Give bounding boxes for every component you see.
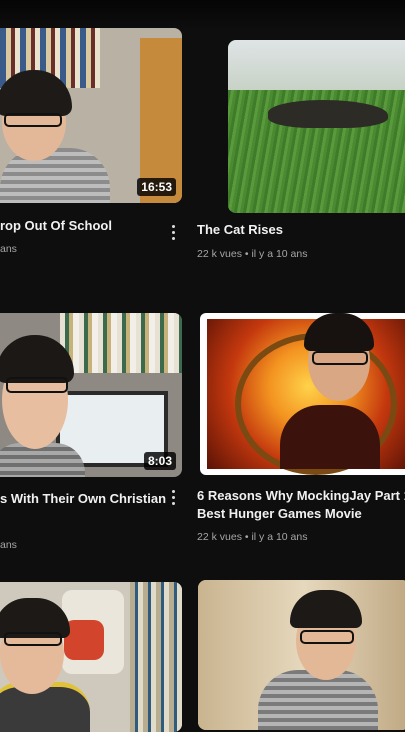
video-thumbnail-3[interactable]: 8:03 [0,313,182,477]
person-body [0,148,110,203]
video-thumbnail-4[interactable] [200,313,405,475]
video-title-3[interactable]: s With Their Own Christian [0,489,166,508]
video-thumbnail-1[interactable]: 16:53 [0,28,182,203]
video-thumbnail-6[interactable] [198,580,405,730]
sky [228,40,405,90]
glasses [300,630,354,644]
video-duration: 16:53 [137,178,176,196]
video-meta-2: 22 k vues • il y a 10 ans [197,248,308,260]
glasses [312,351,368,365]
person-body [280,405,380,469]
more-vert-icon[interactable] [171,490,177,508]
backpack-pocket [64,620,104,660]
glasses [4,113,62,127]
video-title-2[interactable]: The Cat Rises [197,220,283,239]
video-meta-3: ans [0,539,17,551]
video-thumbnail-5[interactable] [0,582,182,732]
video-title-4-line-2[interactable]: Best Hunger Games Movie [197,504,362,523]
video-duration: 8:03 [143,452,176,470]
video-title-1[interactable]: rop Out Of School [0,216,112,235]
cat-figure [268,100,388,128]
person-body [258,670,378,730]
bookshelf [130,582,182,732]
glasses [4,632,62,646]
video-meta-1: ans [0,243,17,255]
glasses [6,377,68,393]
top-edge [0,0,405,30]
bookshelf [60,313,182,373]
person-body [0,443,85,477]
more-vert-icon[interactable] [171,225,177,243]
video-title-4-line-1[interactable]: 6 Reasons Why MockingJay Part 1 Is [197,486,405,505]
video-thumbnail-2[interactable] [228,40,405,213]
video-meta-4: 22 k vues • il y a 10 ans [197,531,308,543]
